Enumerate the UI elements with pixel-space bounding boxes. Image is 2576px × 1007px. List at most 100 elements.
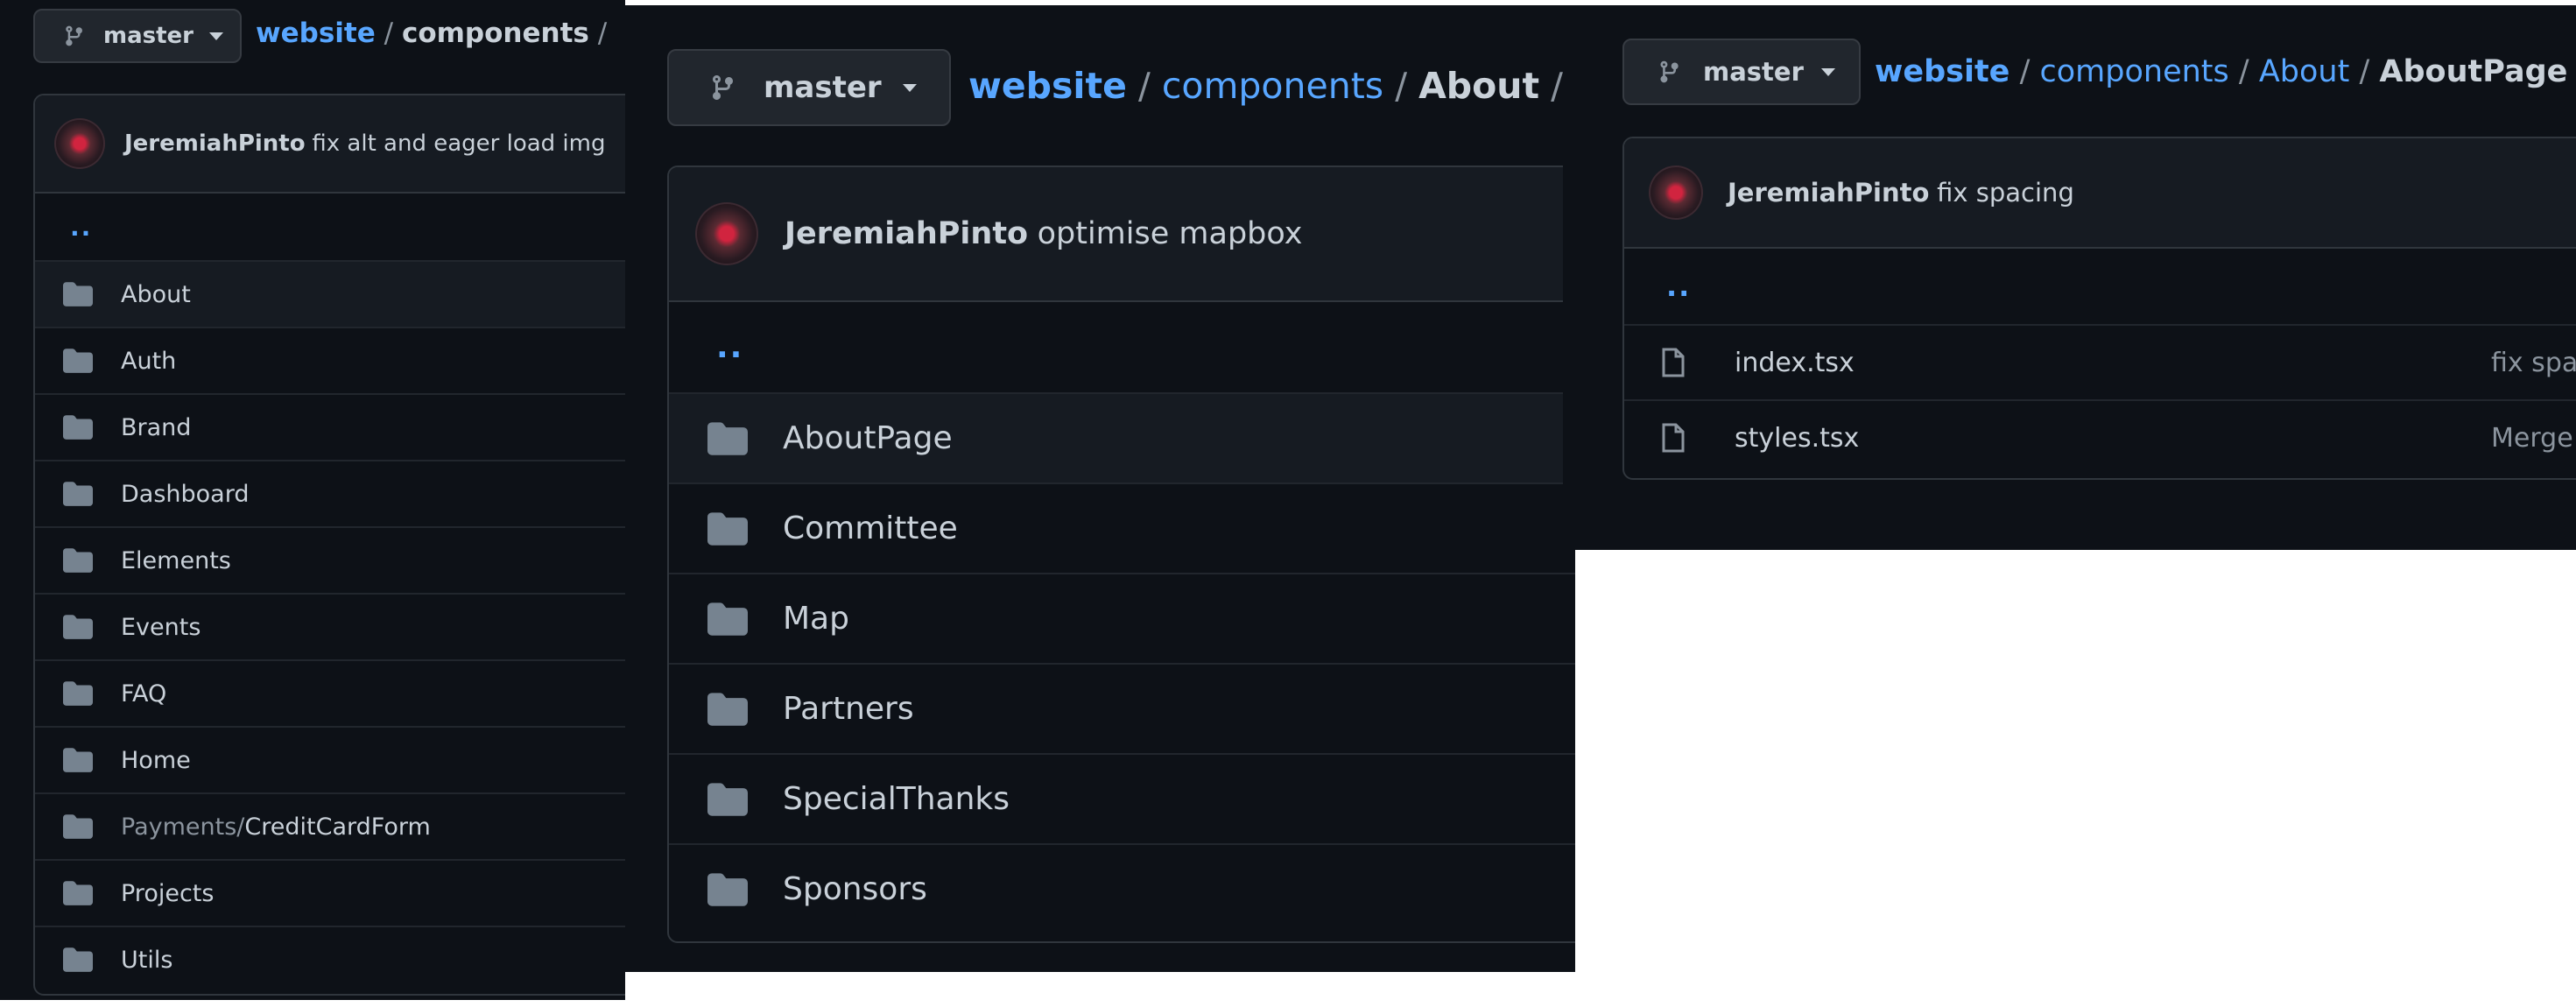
item-name[interactable]: Partners [783,691,914,727]
folder-icon [707,421,748,455]
commit-message[interactable]: optimise mapbox [1038,216,1303,251]
item-name[interactable]: index.tsx [1735,348,1855,378]
file-list: .. index.tsx fix spa styles.tsx Merge [1624,249,2576,475]
breadcrumb: website / components / [256,18,607,49]
parent-directory-link[interactable]: .. [1624,249,2576,324]
breadcrumb-separator: / [1395,65,1408,107]
item-name[interactable]: Auth [121,348,176,375]
branch-label: master [103,23,194,49]
git-branch-icon [66,25,82,46]
breadcrumb-repo-link[interactable]: website [1875,54,2009,89]
item-name[interactable]: Dashboard [121,481,249,508]
folder-icon [707,692,748,726]
list-item-home[interactable]: Home [35,726,625,792]
breadcrumb-repo-link[interactable]: website [256,18,376,49]
breadcrumb: website / components / About / AboutPage… [1875,54,2576,89]
parent-directory-label: .. [716,329,744,365]
breadcrumb-separator: / [2359,54,2370,89]
avatar[interactable] [1649,165,1703,220]
folder-icon [63,282,93,306]
item-name[interactable]: FAQ [121,680,166,708]
panel-aboutpage: master website / components / About / Ab… [1563,5,2576,550]
list-item-specialthanks[interactable]: SpecialThanks [669,753,1575,843]
folder-icon [63,748,93,772]
list-item-sponsors[interactable]: Sponsors [669,843,1575,933]
breadcrumb-separator: / [2019,54,2031,89]
list-item-map[interactable]: Map [669,573,1575,663]
item-name[interactable]: Home [121,747,191,774]
avatar[interactable] [695,202,758,265]
list-item-elements[interactable]: Elements [35,526,625,593]
commit-author[interactable]: JeremiahPinto [1728,178,1929,208]
breadcrumb-components-link[interactable]: components [2040,54,2229,89]
list-item-utils[interactable]: Utils [35,926,625,992]
item-name[interactable]: Committee [783,511,958,546]
list-item-styles-tsx[interactable]: styles.tsx Merge [1624,399,2576,475]
item-name[interactable]: Utils [121,947,172,974]
list-item-index-tsx[interactable]: index.tsx fix spa [1624,324,2576,399]
breadcrumb-separator: / [2238,54,2249,89]
folder-icon [707,782,748,816]
breadcrumb-repo-link[interactable]: website [968,65,1127,107]
breadcrumb-separator: / [1551,65,1563,107]
commit-author[interactable]: JeremiahPinto [124,130,306,157]
list-item-projects[interactable]: Projects [35,859,625,926]
branch-select-button[interactable]: master [667,49,951,126]
file-list-box: JeremiahPinto fix alt and eager load img… [33,94,625,996]
file-commit-message[interactable]: Merge [2491,423,2573,454]
list-item-brand[interactable]: Brand [35,393,625,460]
folder-icon [707,872,748,906]
item-name[interactable]: styles.tsx [1735,423,1859,454]
breadcrumb-current: About [1418,65,1540,107]
breadcrumb-components-link[interactable]: components [1162,65,1383,107]
item-name[interactable]: Brand [121,414,191,441]
list-item-partners[interactable]: Partners [669,663,1575,753]
item-name[interactable]: About [121,281,191,308]
list-item-auth[interactable]: Auth [35,327,625,393]
list-item-about[interactable]: About [35,260,625,327]
latest-commit-row: JeremiahPinto optimise mapbox [669,167,1575,302]
item-name[interactable]: Projects [121,880,214,907]
parent-directory-link[interactable]: .. [669,302,1575,392]
folder-icon [63,415,93,440]
folder-icon [63,681,93,706]
item-name[interactable]: Events [121,614,201,641]
item-path-prefix[interactable]: Payments [121,813,236,841]
folder-icon [63,947,93,972]
file-list-box: JeremiahPinto optimise mapbox .. AboutPa… [667,165,1575,943]
avatar[interactable] [54,118,105,169]
item-name[interactable]: SpecialThanks [783,781,1010,817]
file-list-box: JeremiahPinto fix spacing .. index.tsx f… [1622,137,2576,480]
panel-about: master website / components / About / Je… [625,5,1575,972]
chevron-down-icon [1820,67,1835,76]
panel-components: master website / components / JeremiahPi… [0,0,625,1000]
breadcrumb: website / components / About / [968,65,1563,107]
breadcrumb-separator: / [1137,65,1151,107]
list-item-aboutpage[interactable]: AboutPage [669,392,1575,482]
list-item-dashboard[interactable]: Dashboard [35,460,625,526]
breadcrumb-current: components [401,18,589,49]
list-item-events[interactable]: Events [35,593,625,659]
branch-select-button[interactable]: master [33,9,242,63]
item-name[interactable]: CreditCardForm [244,813,430,841]
file-commit-message[interactable]: fix spa [2491,348,2576,378]
folder-icon [63,349,93,373]
commit-author[interactable]: JeremiahPinto [785,216,1028,251]
parent-directory-link[interactable]: .. [35,194,625,260]
file-icon [1662,348,1685,377]
item-name[interactable]: AboutPage [783,420,953,456]
commit-message[interactable]: fix spacing [1937,178,2074,208]
breadcrumb-about-link[interactable]: About [2259,54,2349,89]
breadcrumb-separator: / [384,18,394,49]
item-name[interactable]: Map [783,601,849,637]
list-item-payments[interactable]: Payments / CreditCardForm [35,792,625,859]
item-name[interactable]: Elements [121,547,231,574]
item-name[interactable]: Sponsors [783,871,927,907]
branch-select-button[interactable]: master [1622,39,1861,105]
commit-message[interactable]: fix alt and eager load img [312,130,605,157]
folder-icon [63,548,93,573]
list-item-committee[interactable]: Committee [669,482,1575,573]
list-item-faq[interactable]: FAQ [35,659,625,726]
branch-label: master [764,70,882,105]
latest-commit-row: JeremiahPinto fix alt and eager load img [35,95,625,194]
